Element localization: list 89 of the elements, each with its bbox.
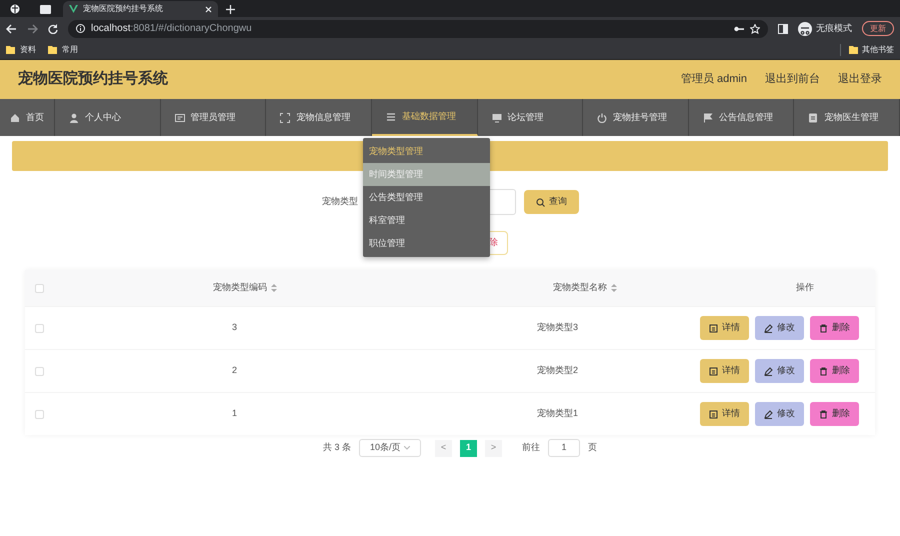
nav-tab[interactable]: 论坛管理 [478, 99, 584, 136]
total-count: 共 3 条 [323, 441, 352, 454]
prev-page-button[interactable]: < [435, 440, 452, 456]
table-cell-text: 宠物类型1 [536, 407, 578, 420]
monitor-icon [492, 112, 502, 122]
sidebar-icon[interactable] [778, 24, 788, 34]
detail-button[interactable]: 详情 [700, 359, 749, 383]
table-cell-text: 2 [232, 364, 237, 378]
info-icon[interactable] [76, 24, 85, 33]
goto-field[interactable]: 1 [548, 439, 580, 457]
search-label: 宠物类型 [322, 195, 358, 208]
header-link[interactable]: 退出登录 [838, 71, 882, 88]
trash-icon [819, 324, 828, 332]
delete-button[interactable]: 删除 [810, 316, 859, 340]
address-bar[interactable]: localhost:8081/#/dictionaryChongwu [68, 20, 768, 38]
row-checkbox[interactable] [35, 410, 44, 418]
table-cell-text: 3 [232, 321, 237, 334]
profile-label: 无痕模式 [816, 22, 852, 35]
nav-tab[interactable]: 个人中心 [55, 99, 161, 136]
home-icon [10, 112, 20, 122]
page-size-select[interactable]: 10条/页 [359, 439, 422, 457]
nav-tab[interactable]: 公告信息管理 [688, 99, 794, 136]
v-logo-icon [69, 5, 78, 13]
edit-button[interactable]: 修改 [755, 316, 804, 340]
menu-icon [386, 112, 396, 122]
forward-icon[interactable] [27, 24, 38, 34]
page-unit-label: 页 [588, 441, 598, 454]
detail-button[interactable]: 详情 [700, 316, 749, 340]
dropdown-item[interactable]: 宠物类型管理 [363, 140, 490, 163]
document-icon [709, 366, 718, 376]
search-icon [536, 198, 545, 206]
browser-tab[interactable]: 宠物医院预约挂号系统 [63, 1, 218, 17]
delete-button[interactable]: 删除 [810, 402, 859, 426]
caret-icon [404, 446, 410, 450]
star-icon[interactable] [750, 24, 760, 34]
pencil-icon [764, 410, 773, 418]
goto-label: 前往 [522, 441, 540, 454]
table-cell-text: 1 [232, 407, 237, 420]
edit-button[interactable]: 修改 [755, 402, 804, 426]
frame-icon [280, 112, 290, 122]
folder-icon [849, 46, 858, 54]
select-all-checkbox[interactable] [35, 284, 44, 292]
bookmark-link[interactable]: 资料 [20, 44, 36, 56]
trash-icon [819, 410, 828, 418]
id-card-icon [174, 112, 185, 122]
app-title: 宠物医院预约挂号系统 [18, 69, 168, 90]
next-page-button[interactable]: > [485, 440, 502, 456]
folder-icon [6, 46, 15, 54]
new-tab-icon[interactable] [226, 5, 235, 14]
close-icon[interactable] [205, 6, 212, 12]
url-text: localhost:8081/#/dictionaryChongwu [91, 22, 252, 36]
table-cell-text: 宠物类型3 [536, 321, 578, 334]
incognito-icon[interactable] [798, 22, 812, 36]
document-icon [709, 324, 718, 332]
edit-button[interactable]: 修改 [755, 359, 804, 383]
row-checkbox[interactable] [35, 366, 44, 376]
flag-icon [702, 112, 713, 122]
document-icon [808, 112, 818, 122]
column-header: 宠物类型编码 [213, 281, 267, 294]
column-header: 操作 [796, 281, 814, 294]
delete-button[interactable]: 删除 [810, 359, 859, 383]
row-checkbox[interactable] [35, 324, 44, 332]
pencil-icon [764, 324, 773, 332]
dropdown-item[interactable]: 公告类型管理 [363, 186, 490, 209]
nav-tab[interactable]: 宠物医生管理 [794, 99, 900, 136]
nav-tab[interactable]: 宠物挂号管理 [583, 99, 689, 136]
folder-icon [48, 46, 57, 54]
document-icon [709, 410, 718, 418]
person-icon [69, 112, 79, 122]
nav-tab[interactable]: 基础数据管理 [372, 99, 478, 136]
bookmark-link[interactable]: 其他书签 [862, 44, 894, 56]
table-cell-text: 宠物类型2 [536, 364, 578, 378]
trash-icon [819, 366, 828, 376]
search-button[interactable]: 查询 [524, 190, 579, 214]
pencil-icon [764, 366, 773, 376]
back-icon[interactable] [6, 24, 17, 34]
reload-icon[interactable] [48, 24, 58, 34]
key-icon[interactable] [734, 26, 744, 32]
tab-title: 宠物医院预约挂号系统 [83, 3, 163, 15]
detail-button[interactable]: 详情 [700, 402, 749, 426]
user-label: 管理员 admin [680, 72, 747, 88]
power-icon [597, 112, 608, 122]
nav-tab[interactable]: 首页 [0, 99, 55, 136]
header-link[interactable]: 退出到前台 [765, 71, 820, 88]
column-header: 宠物类型名称 [553, 281, 607, 294]
dropdown-item[interactable]: 科室管理 [363, 209, 490, 232]
nav-tab[interactable]: 管理员管理 [160, 99, 266, 136]
bookmark-link[interactable]: 常用 [62, 44, 78, 56]
update-button[interactable]: 更新 [862, 21, 894, 36]
